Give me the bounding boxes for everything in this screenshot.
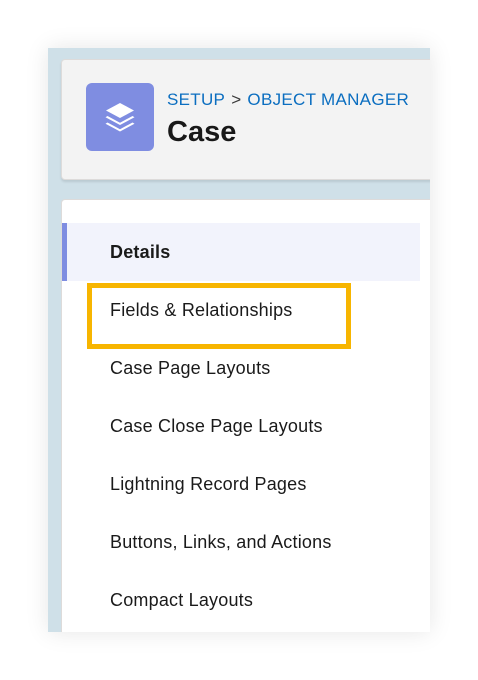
app-frame: SETUP > OBJECT MANAGER Case Details Fields…: [48, 48, 430, 632]
nav-item-details[interactable]: Details: [62, 223, 420, 281]
nav-item-buttons-links-actions[interactable]: Buttons, Links, and Actions: [62, 513, 420, 571]
object-nav-panel: Details Fields & Relationships Case Page…: [61, 199, 430, 632]
case-object-icon: [86, 83, 154, 151]
nav-item-case-close-page-layouts[interactable]: Case Close Page Layouts: [62, 397, 420, 455]
nav-item-compact-layouts[interactable]: Compact Layouts: [62, 571, 420, 629]
layers-icon: [105, 103, 135, 132]
breadcrumb-separator: >: [231, 90, 242, 109]
nav-item-case-page-layouts[interactable]: Case Page Layouts: [62, 339, 420, 397]
nav-item-fields-relationships[interactable]: Fields & Relationships: [62, 281, 420, 339]
breadcrumb-object-manager-link[interactable]: OBJECT MANAGER: [247, 90, 409, 109]
object-nav-list: Details Fields & Relationships Case Page…: [62, 223, 420, 629]
breadcrumb: SETUP > OBJECT MANAGER: [167, 90, 409, 110]
page-title: Case: [167, 116, 237, 148]
breadcrumb-setup-link[interactable]: SETUP: [167, 90, 225, 109]
nav-item-lightning-record-pages[interactable]: Lightning Record Pages: [62, 455, 420, 513]
page-header: SETUP > OBJECT MANAGER Case: [61, 59, 430, 180]
